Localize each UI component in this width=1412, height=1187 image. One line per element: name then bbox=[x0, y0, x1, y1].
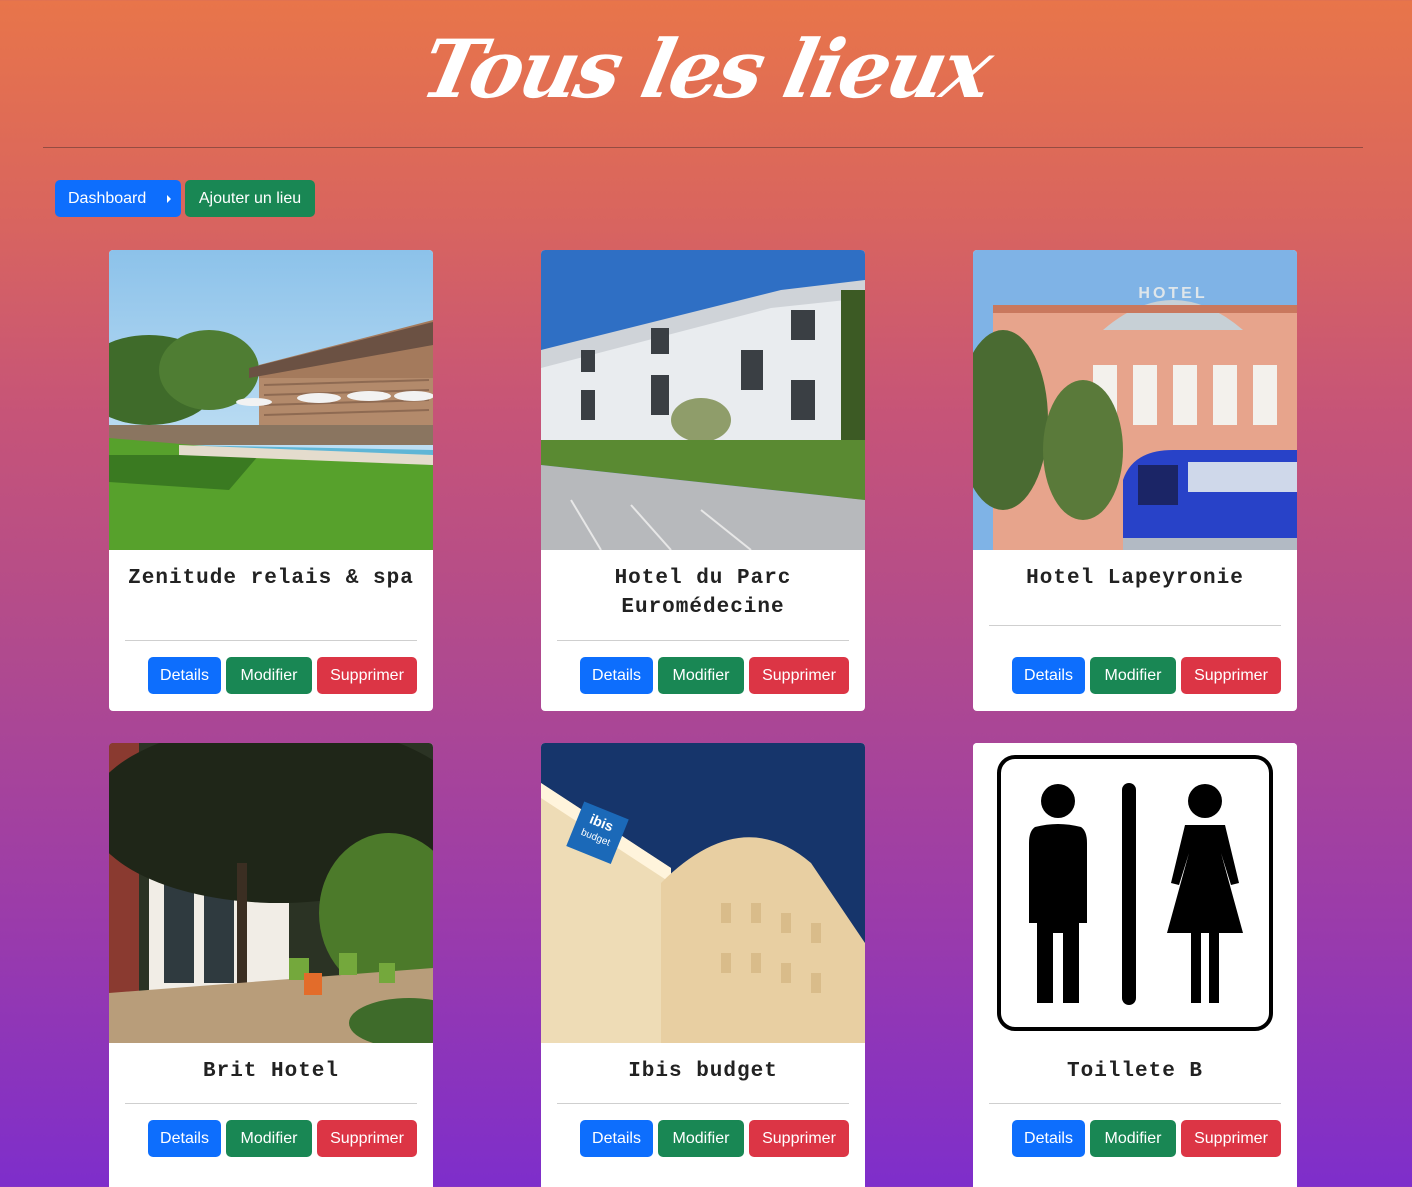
caret-right-icon bbox=[167, 195, 171, 203]
card-actions: Details Modifier Supprimer bbox=[148, 657, 417, 694]
delete-button[interactable]: Supprimer bbox=[749, 657, 849, 694]
details-button[interactable]: Details bbox=[580, 1120, 653, 1157]
place-card: Toillete B Details Modifier Supprimer bbox=[973, 743, 1297, 1187]
place-card: Brit Hotel Details Modifier Supprimer bbox=[109, 743, 433, 1187]
details-button[interactable]: Details bbox=[1012, 657, 1085, 694]
details-button[interactable]: Details bbox=[148, 657, 221, 694]
place-card: Zenitude relais & spa Details Modifier S… bbox=[109, 250, 433, 711]
hotel-tram-photo: HOTEL bbox=[973, 250, 1297, 550]
card-divider bbox=[989, 1103, 1281, 1104]
delete-button[interactable]: Supprimer bbox=[1181, 657, 1281, 694]
edit-button[interactable]: Modifier bbox=[1090, 657, 1176, 694]
edit-button[interactable]: Modifier bbox=[658, 1120, 744, 1157]
card-divider bbox=[125, 1103, 417, 1104]
card-title: Brit Hotel bbox=[202, 1060, 340, 1083]
details-button[interactable]: Details bbox=[1012, 1120, 1085, 1157]
card-title: Hotel Lapeyronie bbox=[1026, 567, 1244, 590]
delete-button[interactable]: Supprimer bbox=[1181, 1120, 1281, 1157]
card-divider bbox=[125, 640, 417, 641]
dashboard-button-label: Dashboard bbox=[68, 189, 147, 207]
card-title: Toillete B bbox=[1066, 1060, 1204, 1083]
card-actions: Details Modifier Supprimer bbox=[580, 657, 849, 694]
restroom-sign-icon bbox=[973, 743, 1297, 1043]
edit-button[interactable]: Modifier bbox=[658, 657, 744, 694]
place-card: HOTEL Hotel Lapeyronie Details Modifier … bbox=[973, 250, 1297, 711]
card-actions: Details Modifier Supprimer bbox=[1012, 657, 1281, 694]
card-title: Ibis budget bbox=[628, 1060, 778, 1083]
details-button[interactable]: Details bbox=[580, 657, 653, 694]
dashboard-button[interactable]: Dashboard bbox=[55, 180, 181, 217]
hotel-pool-photo bbox=[109, 250, 433, 550]
page-title: Tous les lieux bbox=[413, 22, 999, 116]
edit-button[interactable]: Modifier bbox=[1090, 1120, 1176, 1157]
hotel-sign-text: HOTEL bbox=[1138, 285, 1207, 302]
card-actions: Details Modifier Supprimer bbox=[1012, 1120, 1281, 1157]
delete-button[interactable]: Supprimer bbox=[317, 657, 417, 694]
delete-button[interactable]: Supprimer bbox=[317, 1120, 417, 1157]
card-actions: Details Modifier Supprimer bbox=[148, 1120, 417, 1157]
delete-button[interactable]: Supprimer bbox=[749, 1120, 849, 1157]
edit-button[interactable]: Modifier bbox=[226, 1120, 312, 1157]
toolbar: Dashboard Ajouter un lieu bbox=[55, 180, 315, 217]
add-place-button[interactable]: Ajouter un lieu bbox=[185, 180, 315, 217]
card-divider bbox=[989, 625, 1281, 626]
details-button[interactable]: Details bbox=[148, 1120, 221, 1157]
edit-button[interactable]: Modifier bbox=[226, 657, 312, 694]
card-divider bbox=[557, 1103, 849, 1104]
card-title: Hotel du Parc Euromédecine bbox=[614, 567, 792, 619]
ibis-budget-photo: ibis budget bbox=[541, 743, 865, 1043]
card-actions: Details Modifier Supprimer bbox=[580, 1120, 849, 1157]
hotel-building-photo bbox=[541, 250, 865, 550]
hotel-terrace-photo bbox=[109, 743, 433, 1043]
place-card: Hotel du Parc Euromédecine Details Modif… bbox=[541, 250, 865, 711]
place-card: ibis budget Ibis budget Details Modifier… bbox=[541, 743, 865, 1187]
title-divider bbox=[43, 147, 1363, 148]
card-title: Zenitude relais & spa bbox=[128, 567, 414, 590]
card-divider bbox=[557, 640, 849, 641]
